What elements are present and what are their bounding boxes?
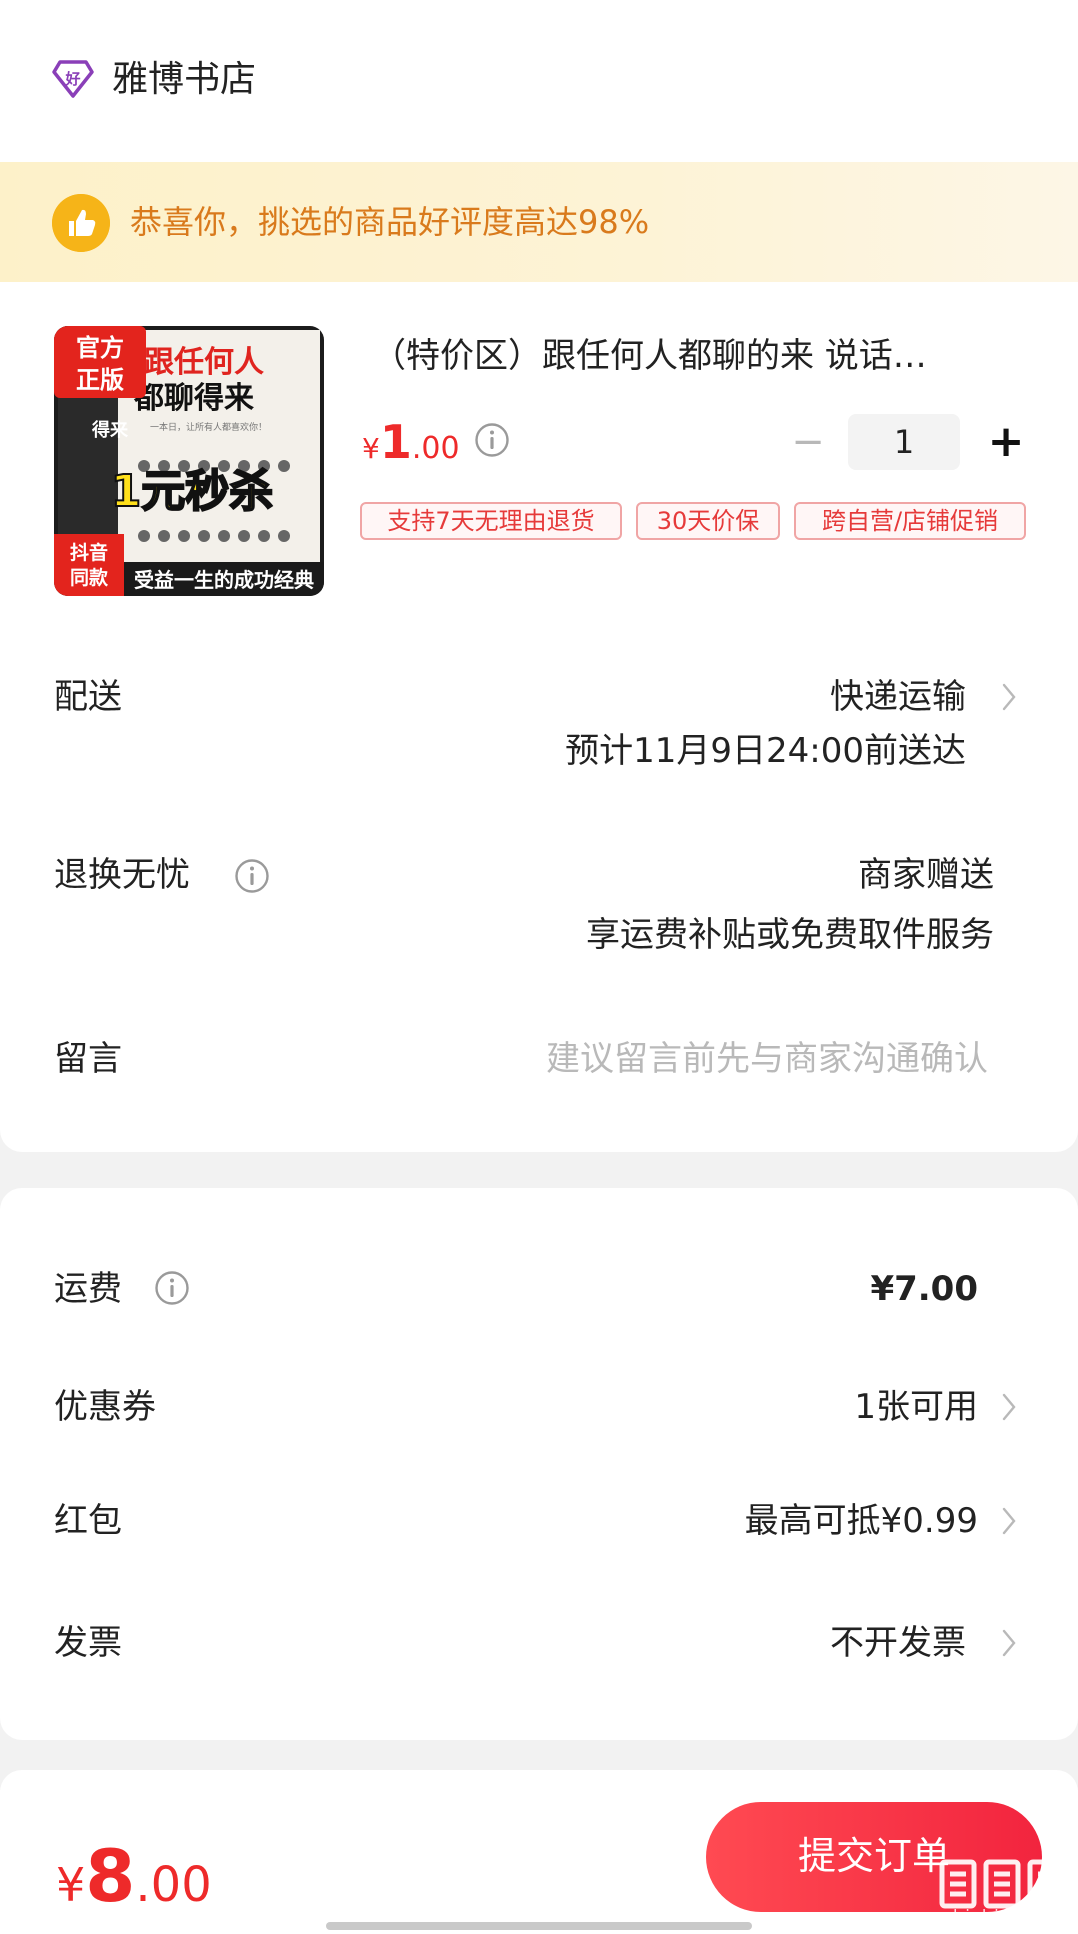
book-cover: 跟任何人 都聊得来 一本日，让所有人都喜欢你！ 得来 官方 正版 1元秒杀 抖音…: [54, 326, 324, 596]
svg-text:一本日，让所有人都喜欢你！: 一本日，让所有人都喜欢你！: [150, 421, 267, 433]
chevron-right-icon[interactable]: [1000, 1626, 1018, 1660]
quantity-decrease-button[interactable]: −: [790, 420, 826, 464]
delivery-label: 配送: [54, 677, 122, 717]
price-integer: 1: [379, 415, 412, 469]
svg-text:都聊得来: 都聊得来: [133, 381, 254, 416]
good-shop-diamond-icon: 好: [52, 60, 94, 98]
message-label: 留言: [54, 1039, 122, 1079]
chevron-right-icon[interactable]: [1000, 1390, 1018, 1424]
coupon-value[interactable]: 1张可用: [854, 1384, 978, 1430]
shipping-info-icon[interactable]: [154, 1270, 190, 1306]
svg-text:抖音: 抖音: [70, 541, 108, 564]
chevron-right-icon[interactable]: [1000, 1504, 1018, 1538]
thumbs-up-icon: [52, 194, 110, 252]
delivery-eta: 预计11月9日24:00前送达: [565, 731, 966, 771]
shipping-fee-label: 运费: [54, 1269, 122, 1309]
price-currency: ¥: [362, 432, 380, 465]
red-packet-value[interactable]: 最高可抵¥0.99: [745, 1498, 978, 1544]
message-input[interactable]: 建议留言前先与商家沟通确认: [546, 1036, 988, 1082]
quantity-input[interactable]: 1: [848, 414, 960, 470]
svg-text:1元秒杀: 1元秒杀: [111, 466, 274, 517]
shipping-fee-value: ¥7.00: [870, 1269, 978, 1309]
invoice-label: 发票: [54, 1623, 122, 1663]
rating-banner-text: 恭喜你，挑选的商品好评度高达98%: [130, 203, 650, 241]
total-currency: ¥: [56, 1858, 86, 1912]
product-image[interactable]: 跟任何人 都聊得来 一本日，让所有人都喜欢你！ 得来 官方 正版 1元秒杀 抖音…: [54, 326, 324, 596]
returns-detail: 享运费补贴或免费取件服务: [586, 915, 994, 955]
delivery-method[interactable]: 快递运输: [830, 674, 966, 720]
price-decimal: .00: [411, 431, 460, 466]
order-total: ¥8.00: [56, 1836, 212, 1934]
red-packet-label: 红包: [54, 1501, 122, 1541]
svg-text:跟任何人: 跟任何人: [144, 345, 264, 380]
watermark-text: zhizhizhi.com: [943, 1906, 1069, 1925]
total-integer: 8: [85, 1834, 136, 1918]
svg-text:官方: 官方: [76, 334, 124, 362]
chevron-right-icon[interactable]: [1000, 680, 1018, 714]
returns-label: 退换无忧: [54, 855, 190, 895]
returns-value: 商家赠送: [858, 855, 994, 895]
total-decimal: .00: [135, 1857, 212, 1913]
invoice-value[interactable]: 不开发票: [830, 1620, 966, 1666]
svg-text:受益一生的成功经典: 受益一生的成功经典: [134, 568, 314, 592]
shop-name[interactable]: 雅博书店: [112, 58, 256, 102]
home-indicator[interactable]: [326, 1922, 752, 1930]
tag-seven-day-return: 支持7天无理由退货: [360, 502, 622, 540]
tag-promotion: 跨自营/店铺促销: [794, 502, 1026, 540]
product-price: ¥1.00: [362, 414, 460, 481]
returns-info-icon[interactable]: [234, 858, 270, 894]
svg-text:同款: 同款: [70, 566, 109, 589]
svg-text:正版: 正版: [76, 366, 124, 394]
product-title[interactable]: （特价区）跟任何人都聊的来 说话…: [372, 334, 1012, 378]
tag-price-protection: 30天价保: [636, 502, 780, 540]
coupon-label: 优惠券: [54, 1387, 156, 1427]
svg-text:好: 好: [64, 70, 80, 88]
quantity-increase-button[interactable]: +: [986, 418, 1026, 466]
svg-text:得来: 得来: [91, 419, 129, 441]
price-info-icon[interactable]: [474, 422, 510, 458]
